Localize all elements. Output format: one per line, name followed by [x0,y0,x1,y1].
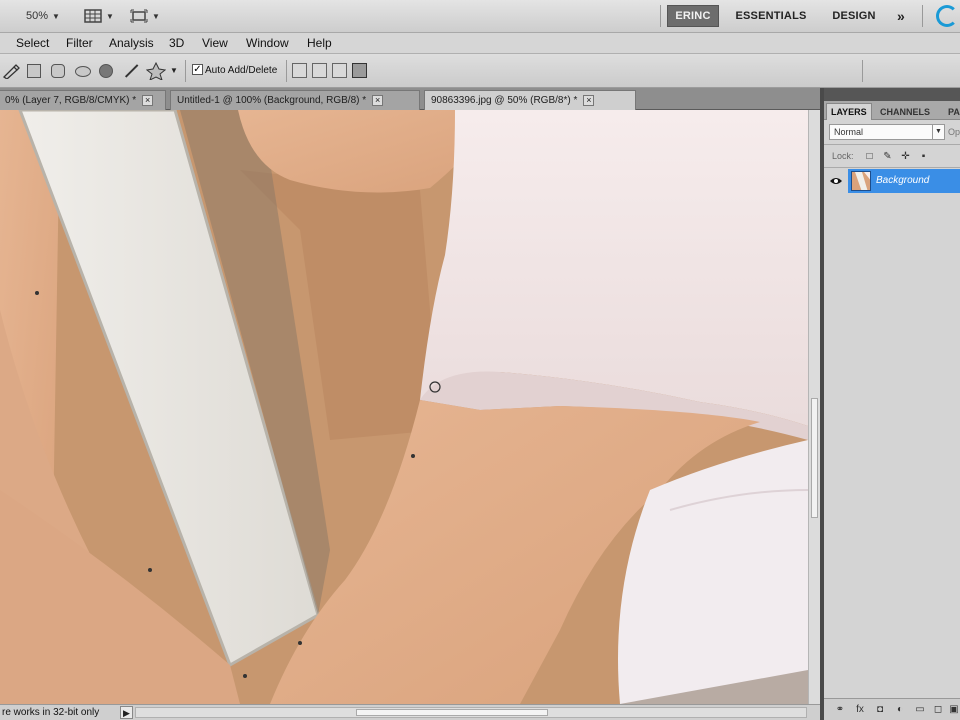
menu-help[interactable]: Help [307,36,332,50]
separator [922,5,923,27]
panel-footer: ⚭ fx ◘ ◐ ▭ ◻ ▣ [824,698,960,720]
polygon-shape-icon[interactable] [99,64,113,78]
status-text: re works in 32-bit only [2,707,100,718]
tab-layer-7-document[interactable]: 0% (Layer 7, RGB/8/CMYK) * × [0,90,166,110]
lock-label: Lock: [832,151,854,161]
view-extras-icon [84,9,102,23]
close-icon[interactable]: × [583,95,595,106]
tab-layers[interactable]: LAYERS [826,103,872,120]
status-bar: re works in 32-bit only ▶ [0,704,820,720]
intersect-path-icon[interactable] [352,63,367,78]
new-path-area-icon[interactable] [292,63,307,78]
application-bar: 50% ▼ ▼ ▼ ERINC ESSENTIALS DESIGN » [0,0,960,33]
workspace-design-button[interactable]: DESIGN [826,5,882,27]
menu-filter[interactable]: Filter [66,36,93,50]
auto-add-delete-checkbox[interactable]: ✓ [192,64,203,75]
panel-header-strip [824,88,960,101]
menu-bar: Select Filter Analysis 3D View Window He… [0,33,960,54]
workspace-essentials-button[interactable]: ESSENTIALS [730,5,812,27]
view-extras-dropdown[interactable]: ▼ [84,6,114,26]
ellipse-shape-icon[interactable] [75,66,91,77]
layers-panel: LAYERS CHANNELS PA Normal ▼ Op Lock: □ ✎… [824,88,960,720]
panel-tab-row: LAYERS CHANNELS PA [824,101,960,120]
status-menu-arrow-icon[interactable]: ▶ [120,706,133,719]
add-mask-icon[interactable]: ◘ [874,704,886,716]
separator [286,60,287,82]
delete-layer-icon[interactable]: ▣ [948,704,960,716]
chevron-down-icon: ▼ [932,125,944,139]
screen-mode-icon [130,9,148,23]
chevron-down-icon: ▼ [52,11,60,21]
separator [185,60,186,82]
more-workspaces-button[interactable]: » [890,5,912,27]
cs-live-icon[interactable] [936,5,958,27]
tab-untitled-1-document[interactable]: Untitled-1 @ 100% (Background, RGB/8) * … [170,90,420,110]
tab-channels[interactable]: CHANNELS [876,103,934,120]
layer-style-icon[interactable]: fx [854,704,866,716]
visibility-eye-icon[interactable] [826,171,846,191]
link-layers-icon[interactable]: ⚭ [834,704,846,716]
menu-window[interactable]: Window [246,36,289,50]
tab-90863396-document[interactable]: 90863396.jpg @ 50% (RGB/8*) * × [424,90,636,110]
horizontal-scrollbar[interactable] [135,707,807,718]
chevron-down-icon[interactable]: ▼ [170,66,178,75]
horizontal-scrollbar-thumb[interactable] [356,709,548,716]
zoom-level-value: 50% [26,10,49,22]
pen-tool-icon[interactable] [2,63,20,79]
menu-view[interactable]: View [202,36,228,50]
subtract-path-icon[interactable] [332,63,347,78]
tab-label: 0% (Layer 7, RGB/8/CMYK) * [5,95,137,106]
vertical-scrollbar-thumb[interactable] [811,398,818,518]
layer-name[interactable]: Background [876,175,929,186]
new-group-icon[interactable]: ▭ [914,704,926,716]
tab-label: Untitled-1 @ 100% (Background, RGB/8) * [177,95,367,106]
auto-add-delete-label: Auto Add/Delete [205,65,278,76]
menu-3d[interactable]: 3D [169,36,184,50]
zoom-level-dropdown[interactable]: 50% ▼ [26,6,60,26]
blend-mode-select[interactable]: Normal ▼ [829,124,945,140]
lock-all-icon[interactable]: ▪ [918,151,929,162]
tab-label: 90863396.jpg @ 50% (RGB/8*) * [431,95,578,106]
lock-transparent-pixels-icon[interactable]: □ [864,151,875,162]
rounded-rectangle-icon[interactable] [51,64,65,78]
line-shape-icon[interactable] [123,64,137,78]
adjustment-layer-icon[interactable]: ◐ [894,704,906,716]
rectangle-shape-icon[interactable] [27,64,41,78]
canvas-image [0,110,808,704]
menu-analysis[interactable]: Analysis [109,36,154,50]
chevron-down-icon: ▼ [152,11,160,21]
opacity-label: Op [948,127,960,137]
close-icon[interactable]: × [372,95,384,106]
separator [862,60,863,82]
lock-row: Lock: □ ✎ ✛ ▪ [824,144,960,168]
document-tab-row: 0% (Layer 7, RGB/8/CMYK) * × Untitled-1 … [0,88,820,110]
separator [660,5,661,27]
custom-shape-icon[interactable] [146,62,166,80]
document-canvas[interactable] [0,110,808,704]
lock-position-icon[interactable]: ✛ [900,151,911,162]
options-bar: ▼ [0,54,960,88]
workspace-erinc-button[interactable]: ERINC [667,5,719,27]
close-icon[interactable]: × [142,95,154,106]
vertical-scrollbar[interactable] [808,110,820,704]
new-layer-icon[interactable]: ◻ [932,704,944,716]
menu-select[interactable]: Select [16,36,49,50]
blend-mode-value: Normal [834,127,864,137]
lock-image-pixels-icon[interactable]: ✎ [882,151,893,162]
layer-thumbnail [851,171,871,191]
layer-row[interactable]: Background [824,169,960,193]
tab-paths[interactable]: PA [944,103,960,120]
chevron-down-icon: ▼ [106,11,114,21]
screen-mode-dropdown[interactable]: ▼ [130,6,160,26]
add-to-path-icon[interactable] [312,63,327,78]
